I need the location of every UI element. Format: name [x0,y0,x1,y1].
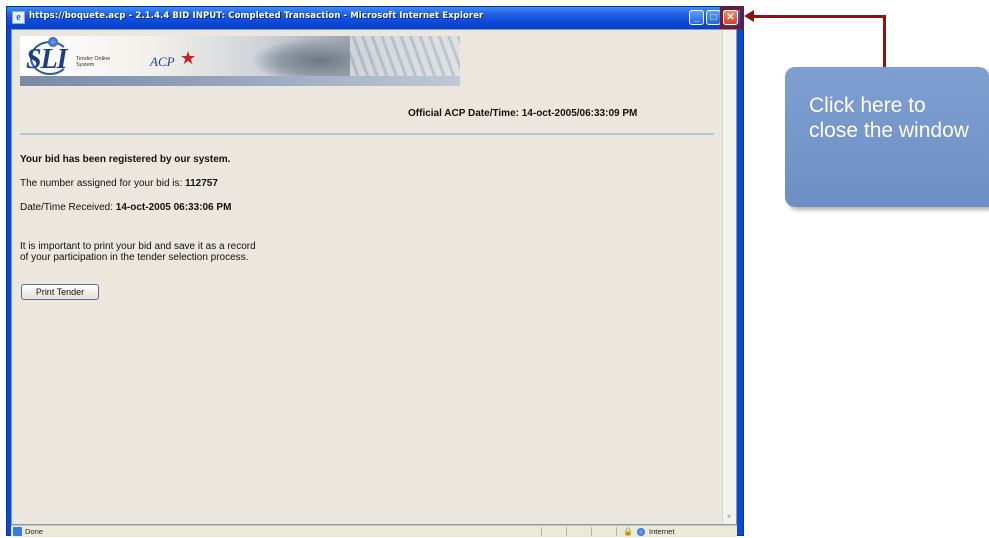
bid-number-value: 112757 [185,178,218,189]
callout-box: Click here to close the window [785,67,989,207]
header-banner: SLI Tender Online System ACP ★ [20,36,460,86]
sli-logo: SLI [26,44,68,75]
status-text: Done [25,527,43,536]
important-line-1: It is important to print your bid and sa… [20,241,256,252]
scroll-down-icon[interactable]: ▾ [724,512,734,522]
status-separator [591,527,592,536]
important-note: It is important to print your bid and sa… [20,241,256,263]
arrow-line [750,15,886,18]
banner-strip [20,76,460,86]
maximize-button[interactable]: □ [706,10,721,25]
received-value: 14-oct-2005 06:33:06 PM [115,202,232,213]
arrow-line-vertical [883,15,886,70]
lock-icon: 🔒 [623,527,633,536]
title-bar[interactable]: e https://boquete.acp - 2.1.4.4 BID INPU… [7,7,743,29]
logo-tagline: Tender Online System [76,56,111,68]
received-line: Date/Time Received: 14-oct-2005 06:33:06… [20,202,231,213]
vertical-scrollbar[interactable]: ▾ [722,30,736,524]
ie-icon: e [12,11,25,24]
status-separator [616,527,617,536]
money-image [350,36,460,76]
star-icon: ★ [180,48,197,68]
page-icon [13,527,22,536]
status-separator [541,527,542,536]
status-bar: Done 🔒 Internet [11,525,737,537]
browser-window: e https://boquete.acp - 2.1.4.4 BID INPU… [6,6,744,537]
status-separator [566,527,567,536]
callout-text: Click here to close the window [809,94,969,142]
minimize-button[interactable]: _ [689,10,704,25]
registered-message: Your bid has been registered by our syst… [20,154,231,165]
window-title: https://boquete.acp - 2.1.4.4 BID INPUT:… [29,11,484,21]
bid-number-line: The number assigned for your bid is: 112… [20,178,218,189]
zone-text: Internet [649,527,675,536]
page-content: SLI Tender Online System ACP ★ Official … [11,29,737,525]
internet-zone-icon [637,528,645,536]
acp-logo: ACP [150,54,175,69]
print-tender-button[interactable]: Print Tender [21,284,99,300]
important-line-2: of your participation in the tender sele… [20,252,249,263]
close-button-highlight [720,7,743,29]
divider [20,133,714,135]
received-label: Date/Time Received: [20,202,116,213]
bid-number-label: The number assigned for your bid is: [20,178,186,189]
official-datetime: Official ACP Date/Time: 14-oct-2005/06:3… [408,108,638,119]
